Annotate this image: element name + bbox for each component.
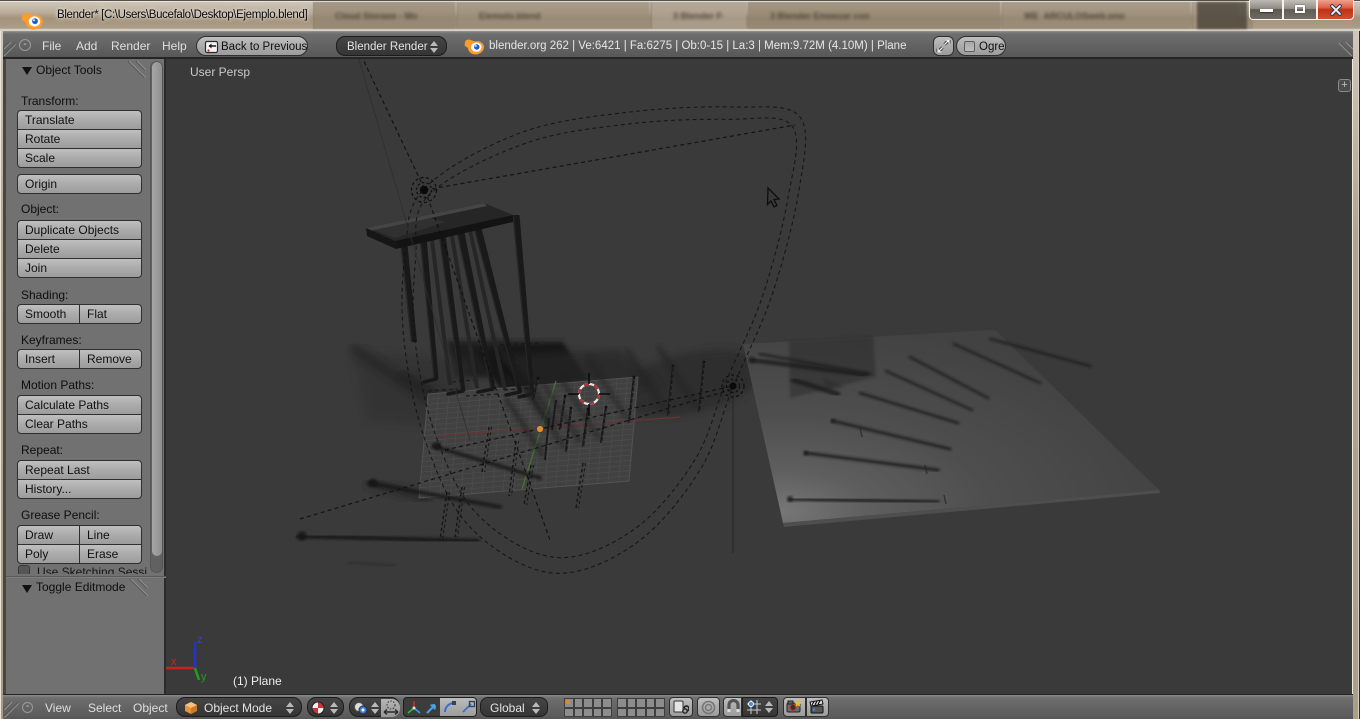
svg-text:y: y [201,671,207,683]
svg-text:x: x [171,656,177,668]
svg-text:z: z [197,634,203,646]
